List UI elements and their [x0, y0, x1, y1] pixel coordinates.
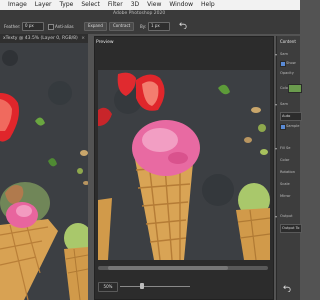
contract-button[interactable]: Contract: [109, 22, 135, 31]
output-to-select[interactable]: Output To: [280, 224, 302, 233]
zoom-slider-track[interactable]: [120, 286, 190, 287]
chevron-down-icon[interactable]: ▾: [275, 214, 277, 219]
antialias-checkbox[interactable]: [48, 24, 54, 30]
sampling-options-label: Sam: [280, 102, 288, 106]
undo-icon[interactable]: [283, 284, 291, 292]
menu-help[interactable]: Help: [201, 0, 215, 10]
show-label: Show: [286, 61, 296, 65]
sample-label: Sample: [286, 124, 300, 128]
expand-button[interactable]: Expand: [84, 22, 107, 31]
menu-window[interactable]: Window: [169, 0, 193, 10]
preview-title: Preview: [96, 40, 114, 45]
zoom-input[interactable]: 50%: [98, 282, 118, 292]
menu-layer[interactable]: Layer: [35, 0, 52, 10]
fill-settings-label: Fill Se: [280, 146, 291, 150]
scale-label: Scale: [280, 182, 290, 186]
antialias-label: Anti-alias: [55, 24, 74, 29]
by-input[interactable]: 1 px: [148, 22, 170, 31]
zoom-slider-handle[interactable]: [140, 283, 144, 289]
opacity-label: Opacity: [280, 71, 294, 75]
canvas-photo: [0, 43, 88, 300]
zoom-control: 50%: [98, 282, 268, 294]
by-label: By:: [140, 24, 147, 29]
close-icon[interactable]: ×: [81, 34, 85, 43]
panel-title: Content: [280, 39, 296, 44]
feather-input[interactable]: 0 px: [22, 22, 44, 31]
undo-icon[interactable]: [179, 21, 187, 29]
menu-view[interactable]: View: [147, 0, 161, 10]
preview-image[interactable]: [98, 70, 270, 260]
mirror-label: Mirror: [280, 194, 291, 198]
feather-label: Feather:: [4, 24, 21, 29]
preview-scrollbar[interactable]: [98, 266, 268, 270]
sampling-area-label: Sam: [280, 52, 288, 56]
color-adaptation-label: Color: [280, 158, 290, 162]
menu-3d[interactable]: 3D: [131, 0, 139, 10]
rotation-label: Rotation: [280, 170, 296, 174]
scrollbar-thumb[interactable]: [108, 266, 228, 270]
menu-bar: Image Layer Type Select Filter 3D View W…: [0, 0, 300, 10]
auto-select[interactable]: Auto: [280, 112, 302, 121]
document-tab[interactable]: xTexty @ 43.5% (Layer 0, RGB/8) ×: [0, 34, 88, 43]
menu-filter[interactable]: Filter: [108, 0, 123, 10]
preview-photo: [98, 70, 270, 260]
content-panel: Content ▾ Sam Show Opacity Color ▾ Sam A…: [275, 36, 302, 300]
overlay-color-swatch[interactable]: [288, 84, 302, 93]
options-bar: Adobe Photoshop 2020 Feather: 0 px Anti-…: [0, 10, 300, 34]
chevron-down-icon[interactable]: ▾: [275, 146, 277, 151]
document-tab-label: xTexty @ 43.5% (Layer 0, RGB/8): [3, 36, 78, 41]
chevron-down-icon[interactable]: ▾: [275, 52, 277, 57]
app-title: Adobe Photoshop 2020: [113, 11, 166, 16]
chevron-down-icon[interactable]: ▾: [275, 102, 277, 107]
menu-select[interactable]: Select: [81, 0, 100, 10]
output-settings-label: Output: [280, 214, 293, 218]
menu-image[interactable]: Image: [8, 0, 27, 10]
menu-type[interactable]: Type: [60, 0, 74, 10]
canvas-image[interactable]: [0, 43, 88, 300]
